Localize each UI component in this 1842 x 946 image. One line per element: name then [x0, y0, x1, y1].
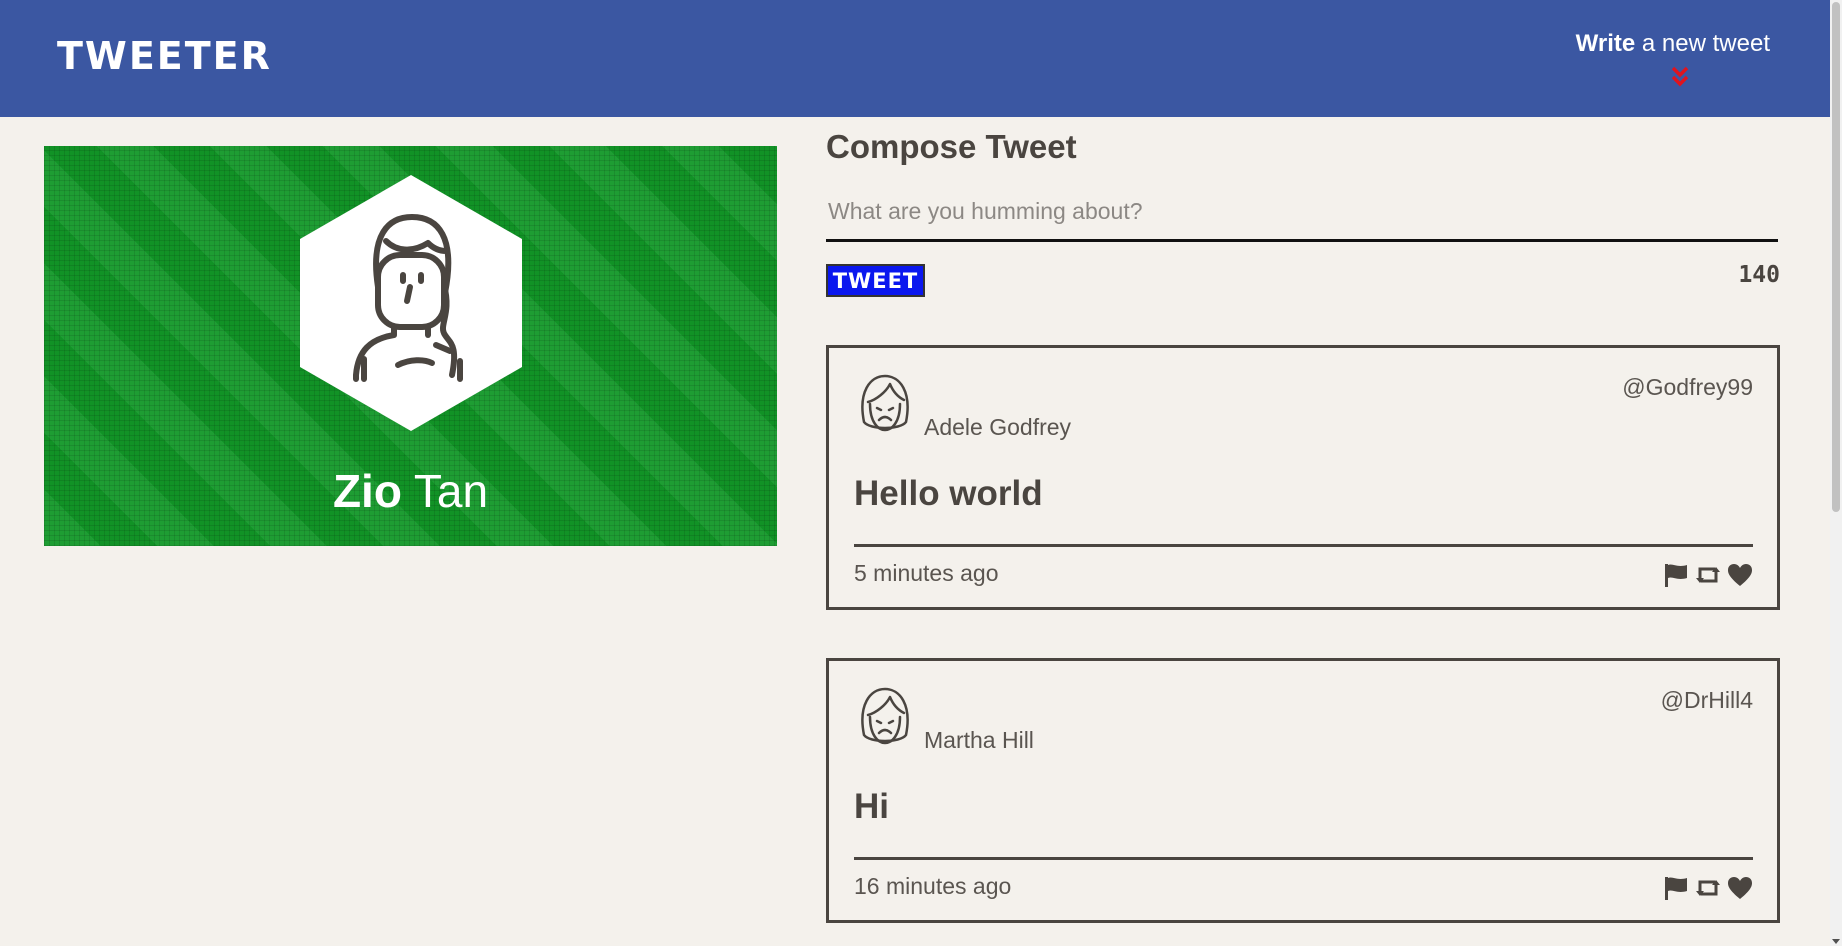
- scroll-down-arrow-icon[interactable]: [1832, 939, 1840, 944]
- tweet-divider: [854, 857, 1753, 860]
- write-label-rest: a new tweet: [1635, 30, 1770, 57]
- user-avatar-icon: [861, 374, 909, 432]
- tweet-timestamp: 16 minutes ago: [854, 873, 1012, 899]
- heart-icon[interactable]: [1727, 562, 1753, 588]
- profile-card: Zio Tan: [44, 146, 777, 546]
- character-counter: 140: [1738, 262, 1780, 288]
- tweet-author-handle: @Godfrey99: [1622, 374, 1753, 400]
- tweet-author-name: Martha Hill: [924, 727, 1034, 753]
- tweet-content: Hello world: [854, 474, 1043, 513]
- tweet-divider: [854, 544, 1753, 547]
- tweet-actions: [1663, 875, 1753, 901]
- flag-icon[interactable]: [1663, 562, 1689, 588]
- profile-name: Zio Tan: [44, 464, 777, 518]
- profile-last-name: Tan: [401, 465, 489, 517]
- compose-title: Compose Tweet: [826, 128, 1077, 165]
- tweet-content: Hi: [854, 787, 889, 826]
- scrollbar-thumb[interactable]: [1832, 2, 1840, 512]
- heart-icon[interactable]: [1727, 875, 1753, 901]
- retweet-icon[interactable]: [1695, 562, 1721, 588]
- write-new-tweet-link[interactable]: Write a new tweet: [1576, 30, 1770, 58]
- tweet-author-handle: @DrHill4: [1660, 687, 1753, 713]
- tweet-card: Martha Hill @DrHill4 Hi 16 minutes ago: [826, 658, 1780, 923]
- tweet-card: Adele Godfrey @Godfrey99 Hello world 5 m…: [826, 345, 1780, 610]
- write-label-bold: Write: [1575, 30, 1636, 57]
- top-navigation-bar: TWEETER Write a new tweet: [0, 0, 1830, 117]
- app-logo[interactable]: TWEETER: [57, 34, 272, 78]
- profile-avatar: [300, 175, 522, 431]
- flag-icon[interactable]: [1663, 875, 1689, 901]
- compose-tweet-input[interactable]: [826, 190, 1778, 242]
- tweet-timestamp: 5 minutes ago: [854, 560, 999, 586]
- chevron-double-down-icon[interactable]: [1671, 66, 1689, 88]
- page-scrollbar[interactable]: [1830, 0, 1842, 946]
- tweet-author-name: Adele Godfrey: [924, 414, 1072, 440]
- tweet-actions: [1663, 562, 1753, 588]
- user-avatar-icon: [861, 687, 909, 745]
- retweet-icon[interactable]: [1695, 875, 1721, 901]
- profile-first-name: Zio: [332, 465, 402, 517]
- tweet-submit-button[interactable]: TWEET: [826, 264, 925, 297]
